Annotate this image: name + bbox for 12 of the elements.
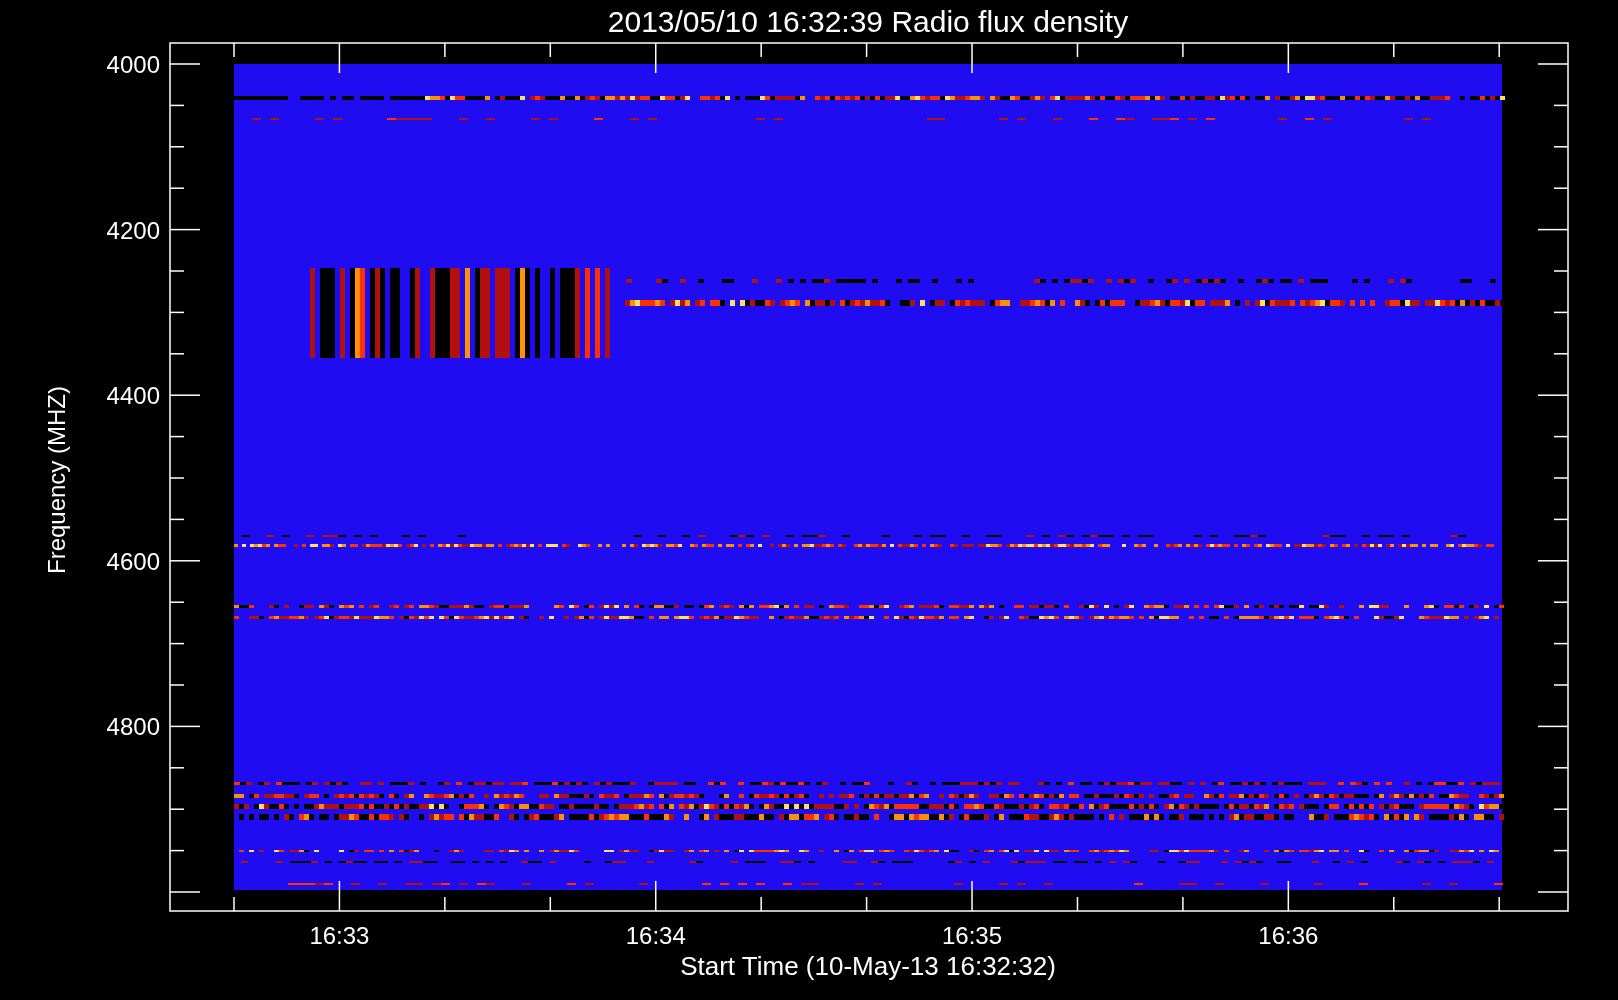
axis-tick-label: 4800 xyxy=(106,713,160,741)
axis-title: Frequency (MHZ) xyxy=(43,386,70,574)
axis-tick-label: 4400 xyxy=(106,382,160,410)
axis-title: Start Time (10-May-13 16:32:32) xyxy=(680,951,1056,981)
axis-tick-label: 4600 xyxy=(106,547,160,575)
axis-tick-label: 16:34 xyxy=(625,922,686,949)
axis-tick-label: 16:35 xyxy=(942,922,1003,949)
axis-tick-label: 16:33 xyxy=(309,922,370,949)
chart-title: 2013/05/10 16:32:39 Radio flux density xyxy=(607,5,1129,38)
axis-tick-label: 16:36 xyxy=(1258,922,1319,949)
axis-tick-label: 4000 xyxy=(106,51,160,78)
axis-tick-label: 4200 xyxy=(106,216,160,244)
